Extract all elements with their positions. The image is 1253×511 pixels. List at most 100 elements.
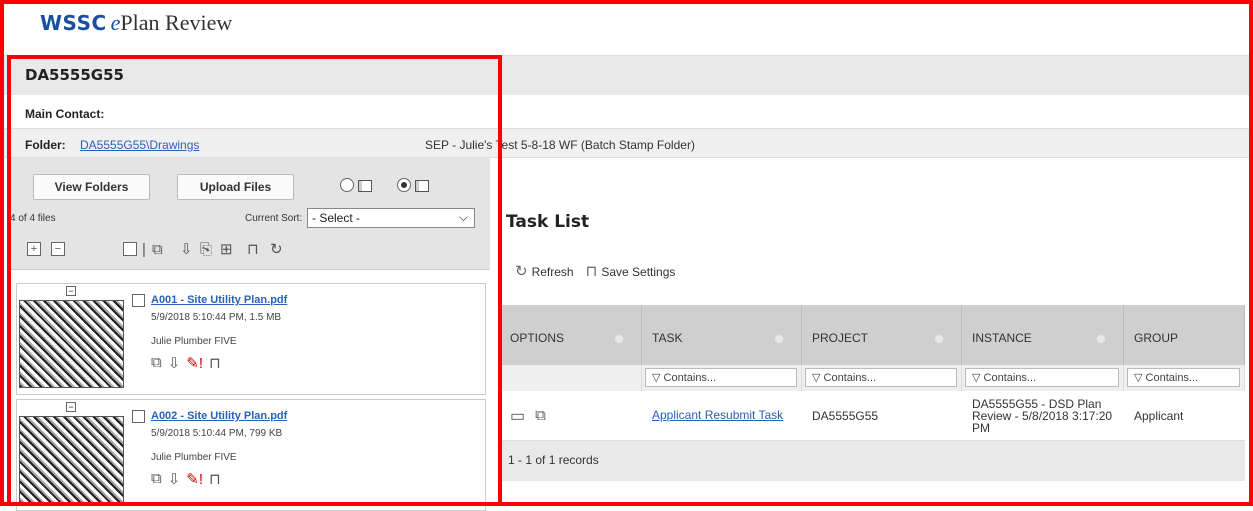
history-icon[interactable]: ⧉: [535, 407, 546, 424]
sort-label: Current Sort:: [245, 213, 303, 224]
file-thumbnail[interactable]: −: [19, 286, 129, 391]
sort-select[interactable]: - Select - ⌵: [307, 208, 475, 228]
save-settings-label: Save Settings: [601, 265, 676, 279]
file-owner: Julie Plumber FIVE: [151, 452, 237, 463]
grid-footer: 1 - 1 of 1 records: [500, 441, 1245, 481]
separator-icon: |: [142, 241, 146, 258]
options-cell: ▭ ⧉: [500, 391, 642, 440]
file-name-link[interactable]: A001 - Site Utility Plan.pdf: [151, 294, 287, 306]
sort-bar: 4 of 4 files Current Sort: - Select - ⌵: [10, 208, 490, 230]
document-title: DA5555G55: [25, 66, 124, 84]
document-header: DA5555G55: [0, 55, 1253, 95]
thumbnail-view-radio[interactable]: [397, 178, 411, 192]
refresh-label: Refresh: [531, 265, 574, 279]
download-icon[interactable]: ⇩: [180, 242, 193, 257]
list-view-icon: [358, 180, 372, 192]
file-name-link[interactable]: A002 - Site Utility Plan.pdf: [151, 410, 287, 422]
column-header-group[interactable]: GROUP: [1124, 305, 1245, 365]
save-settings-button[interactable]: ⊓ Save Settings: [586, 262, 676, 280]
instance-cell: DA5555G55 - DSD Plan Review - 5/8/2018 3…: [972, 396, 1113, 435]
file-owner: Julie Plumber FIVE: [151, 336, 237, 347]
task-link[interactable]: Applicant Resubmit Task: [652, 409, 783, 422]
task-grid: OPTIONS TASK PROJECT INSTANCE GROUP ▽ Co…: [500, 305, 1245, 481]
folder-label: Folder:: [25, 138, 66, 152]
file-actions-toolbar: + − | ⧉ ⇩ ⎘ ⊞ ⊓ ↻: [10, 230, 490, 270]
grid-header: OPTIONS TASK PROJECT INSTANCE GROUP: [500, 305, 1245, 365]
refresh-icon: ↻: [515, 263, 528, 280]
folder-bar: Folder: DA5555G55\Drawings SEP - Julie's…: [0, 128, 1253, 158]
copy-icon[interactable]: ⎘: [200, 242, 212, 257]
files-panel: View Folders Upload Files 4 of 4 files C…: [10, 158, 490, 511]
collapse-icon[interactable]: −: [66, 286, 76, 296]
app-logo: WSSC e Plan Review: [40, 10, 232, 38]
list-view-radio[interactable]: [340, 178, 354, 192]
drawing-preview: [19, 416, 124, 504]
files-toolbar: View Folders Upload Files: [10, 158, 490, 208]
column-header-project[interactable]: PROJECT: [802, 305, 962, 365]
task-cell: Applicant Resubmit Task: [642, 391, 802, 440]
filter-cell-instance: ▽ Contains...: [962, 365, 1124, 391]
table-row[interactable]: ▭ ⧉ Applicant Resubmit Task DA5555G55 DA…: [500, 391, 1245, 441]
view-markup-icon[interactable]: ⧉: [151, 354, 162, 372]
refresh-button[interactable]: ↻ Refresh: [515, 262, 574, 280]
file-count: 4 of 4 files: [10, 213, 56, 224]
drawing-preview: [19, 300, 124, 388]
project-filter-input[interactable]: ▽ Contains...: [805, 368, 957, 387]
main-contact-label: Main Contact:: [25, 107, 105, 121]
folder-link[interactable]: DA5555G55\Drawings: [80, 138, 199, 152]
file-checkbox[interactable]: [132, 410, 145, 423]
edit-alert-icon[interactable]: ✎!: [186, 470, 203, 488]
file-meta: 5/9/2018 5:10:44 PM, 799 KB: [151, 428, 283, 439]
file-actions: ⧉ ⇩ ✎! ⊓: [151, 354, 221, 372]
file-actions: ⧉ ⇩ ✎! ⊓: [151, 470, 221, 488]
group-cell: Applicant: [1134, 408, 1184, 423]
logo-e: e: [110, 10, 121, 35]
column-header-options[interactable]: OPTIONS: [500, 305, 642, 365]
column-header-instance[interactable]: INSTANCE: [962, 305, 1124, 365]
filter-cell-project: ▽ Contains...: [802, 365, 962, 391]
add-page-icon[interactable]: ⊞: [220, 242, 233, 257]
view-folders-button[interactable]: View Folders: [33, 174, 150, 200]
edit-alert-icon[interactable]: ✎!: [186, 354, 203, 372]
task-list-actions: ↻ Refresh ⊓ Save Settings: [515, 262, 675, 280]
instance-filter-input[interactable]: ▽ Contains...: [965, 368, 1119, 387]
logo-wssc: WSSC: [40, 11, 107, 35]
thumbnail-view-icon: [415, 180, 429, 192]
download-icon[interactable]: ⇩: [168, 354, 181, 372]
refresh-icon[interactable]: ↻: [270, 242, 283, 257]
expand-all-icon[interactable]: +: [27, 242, 41, 256]
task-filter-input[interactable]: ▽ Contains...: [645, 368, 797, 387]
unlock-icon[interactable]: ⊓: [209, 354, 221, 372]
project-cell: DA5555G55: [812, 408, 879, 423]
sort-select-value: - Select -: [312, 211, 361, 225]
collapse-icon[interactable]: −: [66, 402, 76, 412]
lock-icon: ⊓: [585, 263, 598, 280]
task-list-title: Task List: [506, 212, 590, 232]
group-filter-input[interactable]: ▽ Contains...: [1127, 368, 1240, 387]
filter-cell-options: [500, 365, 642, 391]
filter-placeholder: Contains...: [823, 372, 877, 384]
filter-cell-task: ▽ Contains...: [642, 365, 802, 391]
column-header-task[interactable]: TASK: [642, 305, 802, 365]
upload-files-button[interactable]: Upload Files: [177, 174, 294, 200]
filter-placeholder: Contains...: [663, 372, 717, 384]
unlock-icon[interactable]: ⊓: [209, 470, 221, 488]
file-card: − A001 - Site Utility Plan.pdf 5/9/2018 …: [16, 283, 486, 395]
comment-icon[interactable]: ▭: [510, 406, 525, 426]
collapse-all-icon[interactable]: −: [51, 242, 65, 256]
select-all-checkbox[interactable]: [123, 242, 137, 256]
compare-icon[interactable]: ⧉: [152, 242, 163, 257]
lock-icon[interactable]: ⊓: [247, 242, 259, 257]
file-meta: 5/9/2018 5:10:44 PM, 1.5 MB: [151, 312, 282, 323]
logo-plan-review: Plan Review: [120, 10, 233, 35]
chevron-down-icon: ⌵: [458, 210, 468, 224]
folder-description: SEP - Julie's Test 5-8-18 WF (Batch Stam…: [425, 138, 695, 152]
file-checkbox[interactable]: [132, 294, 145, 307]
download-icon[interactable]: ⇩: [168, 470, 181, 488]
filter-cell-group: ▽ Contains...: [1124, 365, 1245, 391]
view-markup-icon[interactable]: ⧉: [151, 470, 162, 488]
filter-placeholder: Contains...: [983, 372, 1037, 384]
filter-placeholder: Contains...: [1145, 372, 1199, 384]
grid-filter-row: ▽ Contains... ▽ Contains... ▽ Contains..…: [500, 365, 1245, 391]
file-thumbnail[interactable]: −: [19, 402, 129, 507]
